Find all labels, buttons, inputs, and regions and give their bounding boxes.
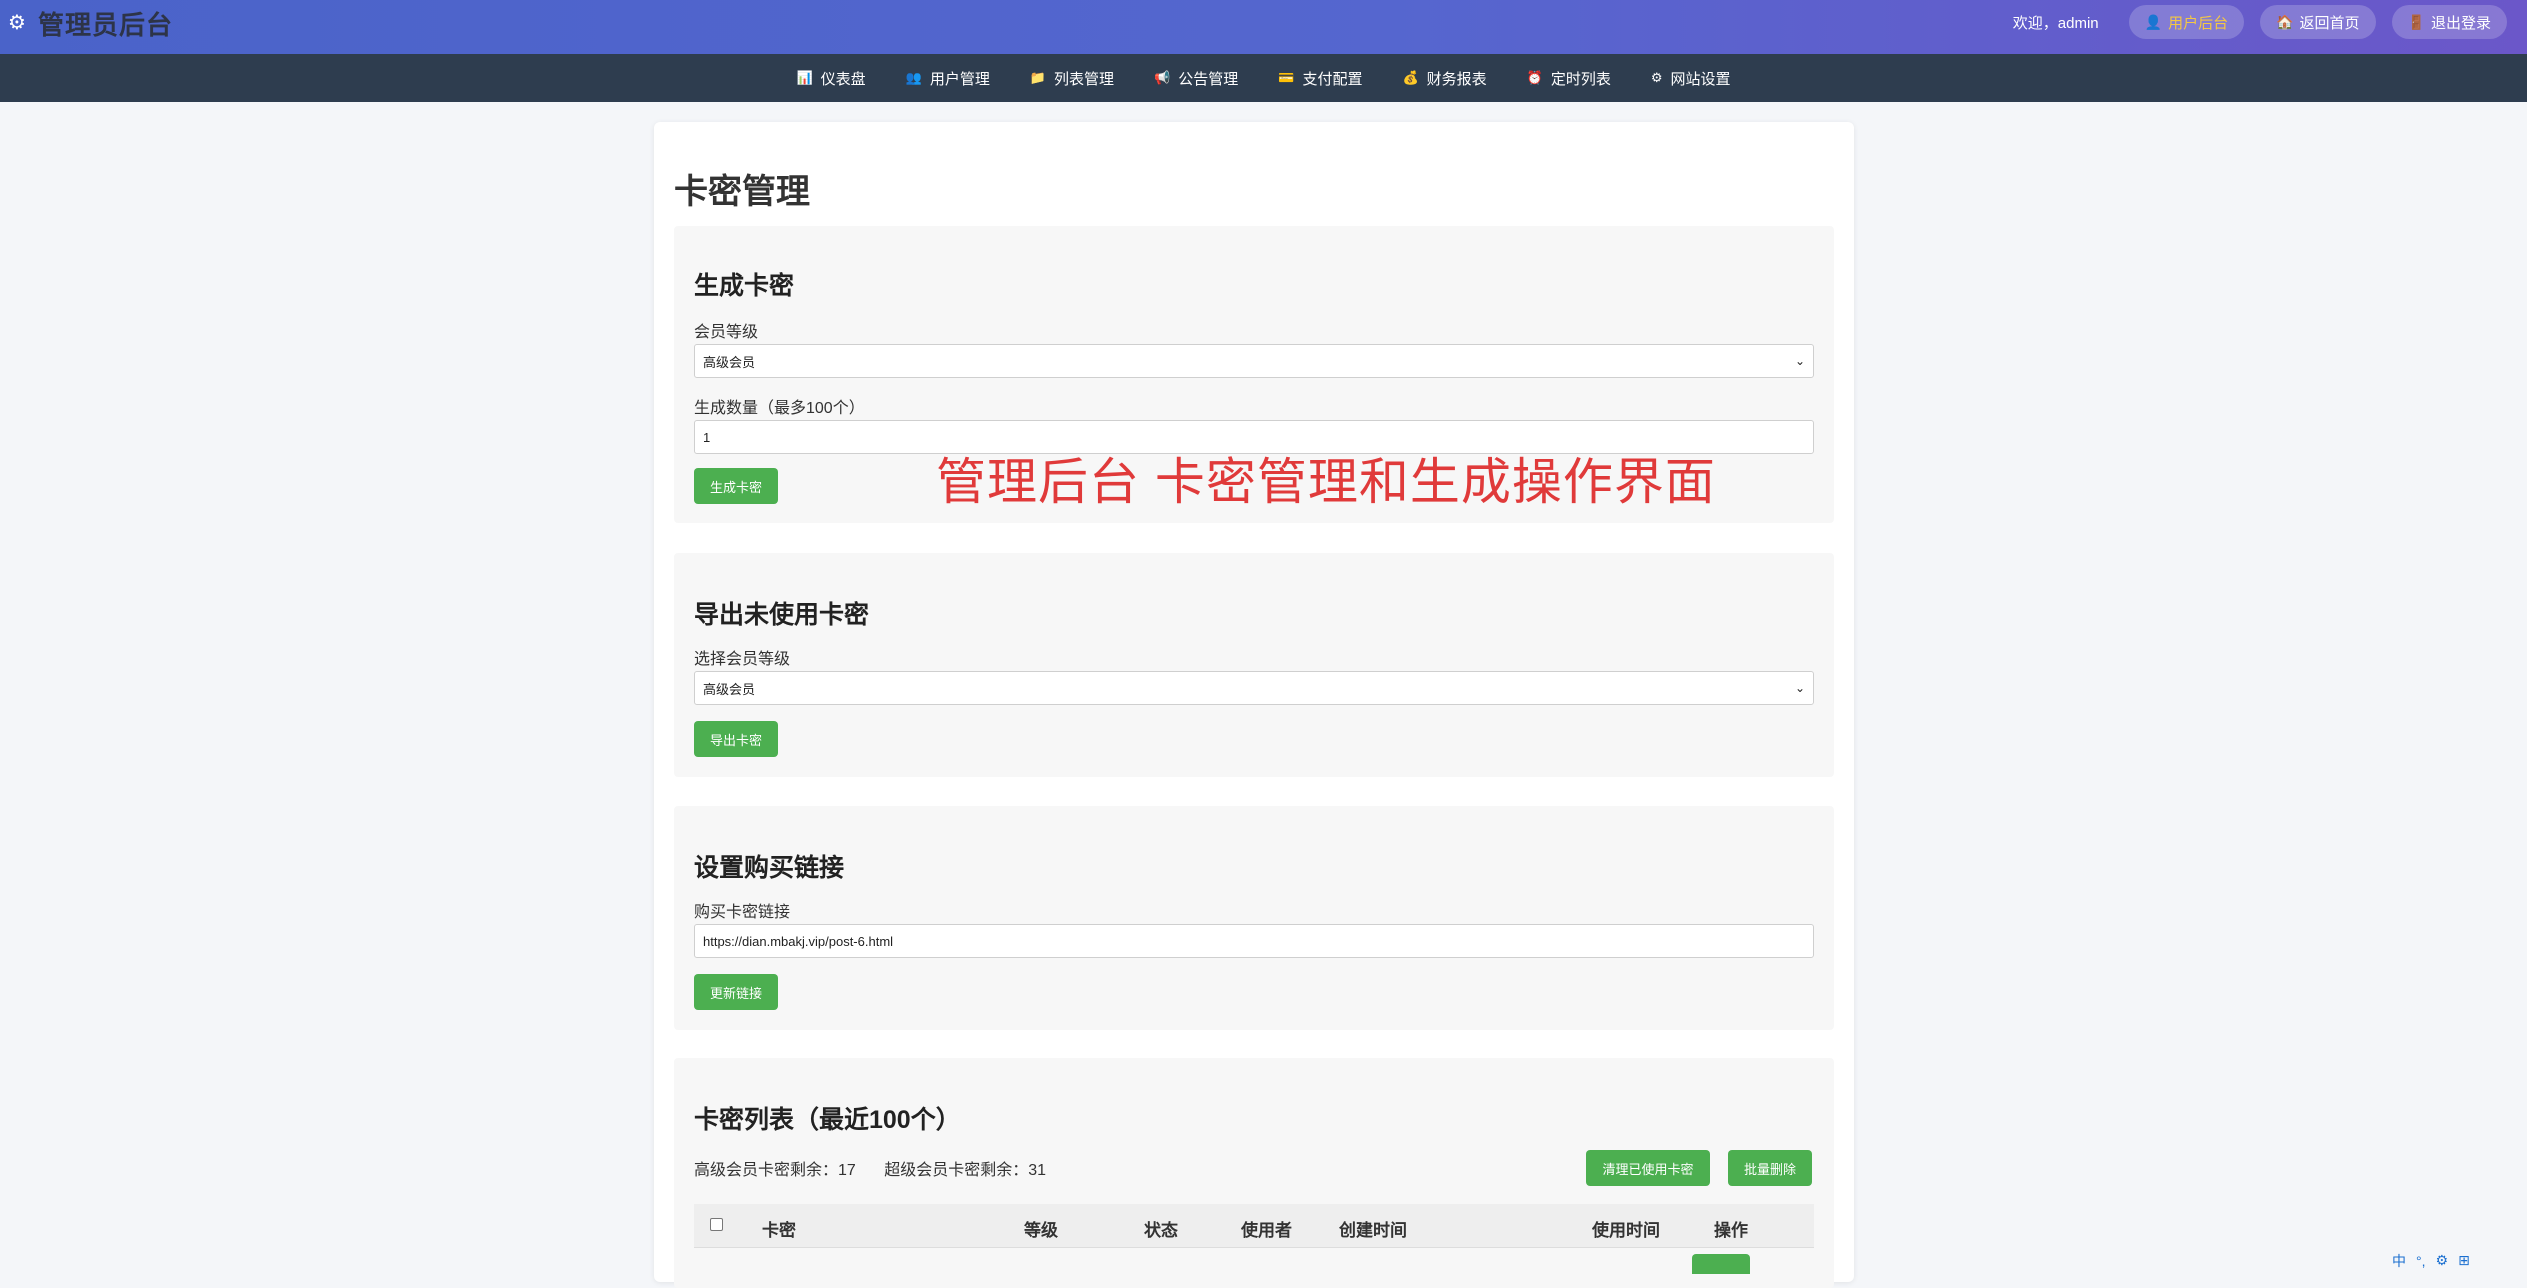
megaphone-icon: 📢 — [1154, 70, 1171, 85]
brand: ⚙ 管理员后台 — [8, 6, 173, 40]
welcome-text: 欢迎，admin — [2012, 14, 2099, 32]
nav-label: 支付配置 — [1302, 70, 1363, 88]
nav-settings[interactable]: ⚙ 网站设置 — [1651, 68, 1731, 89]
ime-language[interactable]: 中 — [2392, 1251, 2406, 1271]
folder-icon: 📁 — [1029, 70, 1047, 85]
generate-panel: 生成卡密 会员等级 高级会员 ⌄ 生成数量（最多100个） 1 生成卡密 管理后… — [674, 226, 1834, 523]
user-icon: 👥 — [905, 70, 922, 85]
nav-announcements[interactable]: 📢 公告管理 — [1154, 68, 1238, 89]
col-status: 状态 — [1144, 1221, 1178, 1240]
nav-label: 用户管理 — [929, 70, 990, 88]
nav-users[interactable]: 👥 用户管理 — [906, 68, 990, 89]
home-label: 返回首页 — [2299, 14, 2360, 32]
nav-label: 网站设置 — [1670, 70, 1731, 88]
export-level-value: 高级会员 — [703, 681, 756, 697]
gear-icon: ⚙ — [1650, 70, 1663, 85]
buylink-input-value: https://dian.mbakj.vip/post-6.html — [703, 933, 894, 949]
nav-label: 公告管理 — [1178, 70, 1239, 88]
nav-label: 列表管理 — [1054, 70, 1115, 88]
advanced-count: 高级会员卡密剩余：17 — [694, 1162, 856, 1179]
table-header: 卡密 等级 状态 使用者 创建时间 使用时间 操作 — [694, 1204, 1814, 1248]
main-card: 卡密管理 生成卡密 会员等级 高级会员 ⌄ 生成数量（最多100个） 1 生成卡… — [654, 122, 1854, 1288]
user-panel-label: 用户后台 — [2168, 14, 2229, 32]
main-nav: 📊 仪表盘 👥 用户管理 📁 列表管理 📢 公告管理 💳 支付配置 💰 财务报表… — [0, 54, 2527, 102]
card-list-heading: 卡密列表（最近100个） — [694, 1106, 961, 1134]
ime-toolbar: 中 °, ⚙ ⊞ — [2392, 1252, 2527, 1269]
col-actions: 操作 — [1714, 1221, 1748, 1240]
nav-lists[interactable]: 📁 列表管理 — [1030, 68, 1114, 89]
select-all-checkbox[interactable] — [710, 1218, 723, 1231]
alarm-clock-icon: ⏰ — [1526, 70, 1543, 85]
col-created: 创建时间 — [1339, 1221, 1407, 1240]
nav-label: 财务报表 — [1426, 70, 1487, 88]
card-icon: 💳 — [1278, 70, 1295, 85]
money-bag-icon: 💰 — [1402, 70, 1419, 85]
col-card: 卡密 — [762, 1221, 796, 1240]
col-used: 使用时间 — [1592, 1221, 1660, 1240]
qty-label: 生成数量（最多100个） — [694, 400, 865, 417]
buylink-label: 购买卡密链接 — [694, 904, 791, 921]
export-level-label: 选择会员等级 — [694, 651, 791, 668]
door-icon: 🚪 — [2407, 13, 2425, 30]
update-link-button[interactable]: 更新链接 — [694, 974, 778, 1010]
super-count: 超级会员卡密剩余：31 — [884, 1162, 1047, 1179]
level-select[interactable]: 高级会员 ⌄ — [694, 344, 1814, 378]
user-panel-button[interactable]: 👤 用户后台 — [2128, 5, 2245, 39]
overlay-caption: 管理后台 卡密管理和生成操作界面 — [936, 454, 1716, 510]
nav-label: 定时列表 — [1550, 70, 1611, 88]
qty-input-value: 1 — [703, 429, 711, 445]
top-header: ⚙ 管理员后台 欢迎，admin 👤 用户后台 🏠 返回首页 🚪 退出登录 — [0, 0, 2527, 54]
header-actions: 欢迎，admin 👤 用户后台 🏠 返回首页 🚪 退出登录 — [2013, 5, 2507, 39]
user-icon: 👤 — [2144, 13, 2163, 30]
card-list-panel: 卡密列表（最近100个） 高级会员卡密剩余：17 超级会员卡密剩余：31 清理已… — [674, 1058, 1834, 1288]
app-title: 管理员后台 — [37, 9, 173, 40]
nav-label: 仪表盘 — [820, 70, 866, 88]
col-level: 等级 — [1024, 1221, 1058, 1240]
home-icon: 🏠 — [2276, 13, 2294, 30]
nav-schedule[interactable]: ⏰ 定时列表 — [1527, 68, 1611, 89]
export-button[interactable]: 导出卡密 — [694, 721, 778, 757]
logout-label: 退出登录 — [2430, 14, 2491, 32]
level-select-value: 高级会员 — [703, 354, 756, 370]
remaining-counts: 高级会员卡密剩余：17 超级会员卡密剩余：31 — [694, 1156, 1070, 1180]
col-user: 使用者 — [1241, 1221, 1292, 1240]
generate-heading: 生成卡密 — [694, 272, 795, 300]
clear-used-button[interactable]: 清理已使用卡密 — [1586, 1150, 1710, 1186]
gear-icon: ⚙ — [8, 12, 26, 34]
chevron-down-icon: ⌄ — [1794, 354, 1805, 368]
chart-icon: 📊 — [796, 70, 813, 85]
row-action-button[interactable] — [1692, 1254, 1750, 1274]
ime-punctuation[interactable]: °, — [2416, 1253, 2426, 1269]
nav-payment[interactable]: 💳 支付配置 — [1278, 68, 1362, 89]
buylink-input[interactable]: https://dian.mbakj.vip/post-6.html — [694, 924, 1814, 958]
buylink-heading: 设置购买链接 — [694, 854, 845, 882]
batch-delete-button[interactable]: 批量删除 — [1728, 1150, 1812, 1186]
nav-dashboard[interactable]: 📊 仪表盘 — [796, 68, 865, 89]
chevron-down-icon: ⌄ — [1794, 681, 1805, 695]
settings-icon[interactable]: ⚙ — [2436, 1252, 2449, 1269]
level-label: 会员等级 — [694, 324, 759, 341]
export-panel: 导出未使用卡密 选择会员等级 高级会员 ⌄ 导出卡密 — [674, 553, 1834, 777]
export-heading: 导出未使用卡密 — [694, 601, 870, 629]
home-button[interactable]: 🏠 返回首页 — [2260, 5, 2376, 39]
logout-button[interactable]: 🚪 退出登录 — [2391, 5, 2507, 39]
grid-icon[interactable]: ⊞ — [2458, 1252, 2470, 1269]
nav-finance[interactable]: 💰 财务报表 — [1402, 68, 1486, 89]
export-level-select[interactable]: 高级会员 ⌄ — [694, 671, 1814, 705]
buylink-panel: 设置购买链接 购买卡密链接 https://dian.mbakj.vip/pos… — [674, 806, 1834, 1030]
page-title: 卡密管理 — [674, 173, 810, 211]
generate-button[interactable]: 生成卡密 — [694, 468, 778, 504]
